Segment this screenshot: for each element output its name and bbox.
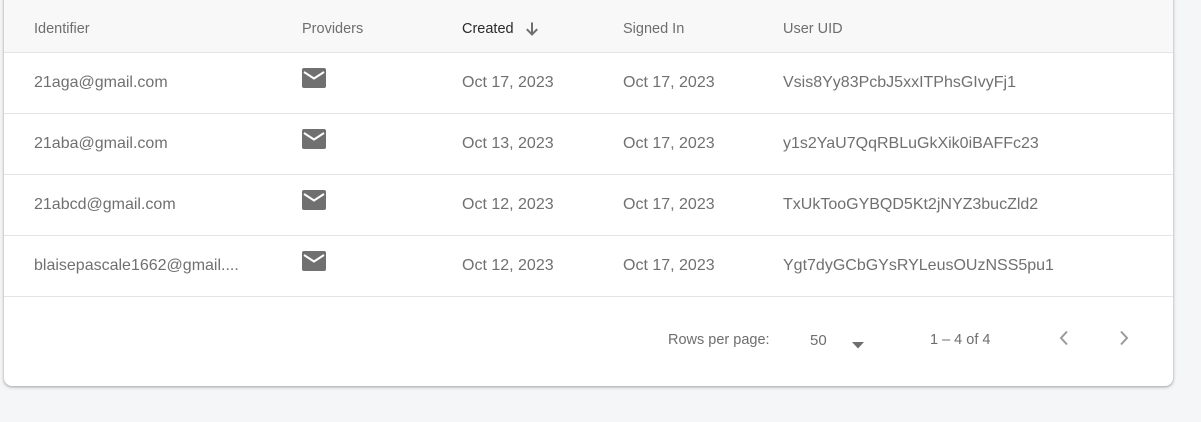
rows-per-page-select[interactable]: 50 bbox=[810, 300, 870, 380]
previous-page-button[interactable] bbox=[1044, 300, 1084, 380]
email-icon bbox=[302, 190, 326, 210]
row-provider bbox=[302, 175, 326, 235]
row-user-uid: y1s2YaU7QqRBLuGkXik0iBAFFc23 bbox=[783, 135, 1039, 152]
table-row[interactable]: 21abcd@gmail.com Oct 12, 2023 Oct 17, 20… bbox=[4, 175, 1173, 236]
column-header-signed-in: Signed In bbox=[623, 0, 684, 52]
row-signed-in: Oct 17, 2023 bbox=[623, 74, 715, 91]
table-row[interactable]: blaisepascale1662@gmail.... Oct 12, 2023… bbox=[4, 236, 1173, 297]
column-header-providers-label: Providers bbox=[302, 21, 364, 37]
row-created: Oct 12, 2023 bbox=[462, 196, 554, 213]
email-icon bbox=[302, 129, 326, 149]
chevron-left-icon bbox=[1059, 330, 1069, 350]
row-created: Oct 12, 2023 bbox=[462, 257, 554, 274]
column-header-created-label: Created bbox=[462, 21, 514, 37]
row-user-uid: Vsis8Yy83PcbJ5xxITPhsGIvyFj1 bbox=[783, 74, 1016, 91]
column-header-user-uid: User UID bbox=[783, 0, 843, 52]
email-icon bbox=[302, 251, 326, 271]
rows-per-page-value: 50 bbox=[810, 331, 827, 349]
column-header-providers: Providers bbox=[302, 0, 363, 52]
row-created: Oct 13, 2023 bbox=[462, 135, 554, 152]
pagination-range: 1 – 4 of 4 bbox=[930, 332, 991, 348]
rows-per-page-label: Rows per page: bbox=[668, 332, 770, 348]
row-identifier: 21aba@gmail.com bbox=[34, 135, 168, 152]
row-provider bbox=[302, 236, 326, 296]
table-header-row: Identifier Providers Created Signed In U… bbox=[4, 0, 1173, 53]
column-header-signed-in-label: Signed In bbox=[623, 21, 685, 37]
row-identifier: blaisepascale1662@gmail.... bbox=[34, 257, 239, 274]
row-provider bbox=[302, 114, 326, 174]
row-provider bbox=[302, 53, 326, 113]
arrow-down-icon[interactable] bbox=[524, 21, 540, 37]
row-signed-in: Oct 17, 2023 bbox=[623, 257, 715, 274]
row-identifier: 21abcd@gmail.com bbox=[34, 196, 176, 213]
row-signed-in: Oct 17, 2023 bbox=[623, 196, 715, 213]
row-user-uid: Ygt7dyGCbGYsRYLeusOUzNSS5pu1 bbox=[783, 257, 1054, 274]
caret-down-icon bbox=[852, 337, 864, 353]
column-header-user-uid-label: User UID bbox=[783, 21, 843, 37]
table-row[interactable]: 21aba@gmail.com Oct 13, 2023 Oct 17, 202… bbox=[4, 114, 1173, 175]
row-created: Oct 17, 2023 bbox=[462, 74, 554, 91]
next-page-button[interactable] bbox=[1104, 300, 1144, 380]
chevron-right-icon bbox=[1119, 330, 1129, 350]
table-pagination: Rows per page: 50 1 – 4 of 4 bbox=[4, 300, 1173, 380]
column-header-identifier: Identifier bbox=[34, 0, 90, 52]
table-row[interactable]: 21aga@gmail.com Oct 17, 2023 Oct 17, 202… bbox=[4, 53, 1173, 114]
row-identifier: 21aga@gmail.com bbox=[34, 74, 168, 91]
users-table-card: Identifier Providers Created Signed In U… bbox=[4, 0, 1173, 386]
column-header-created[interactable]: Created bbox=[462, 0, 540, 52]
email-icon bbox=[302, 68, 326, 88]
row-signed-in: Oct 17, 2023 bbox=[623, 135, 715, 152]
row-user-uid: TxUkTooGYBQD5Kt2jNYZ3bucZld2 bbox=[783, 196, 1039, 213]
column-header-identifier-label: Identifier bbox=[34, 21, 90, 37]
